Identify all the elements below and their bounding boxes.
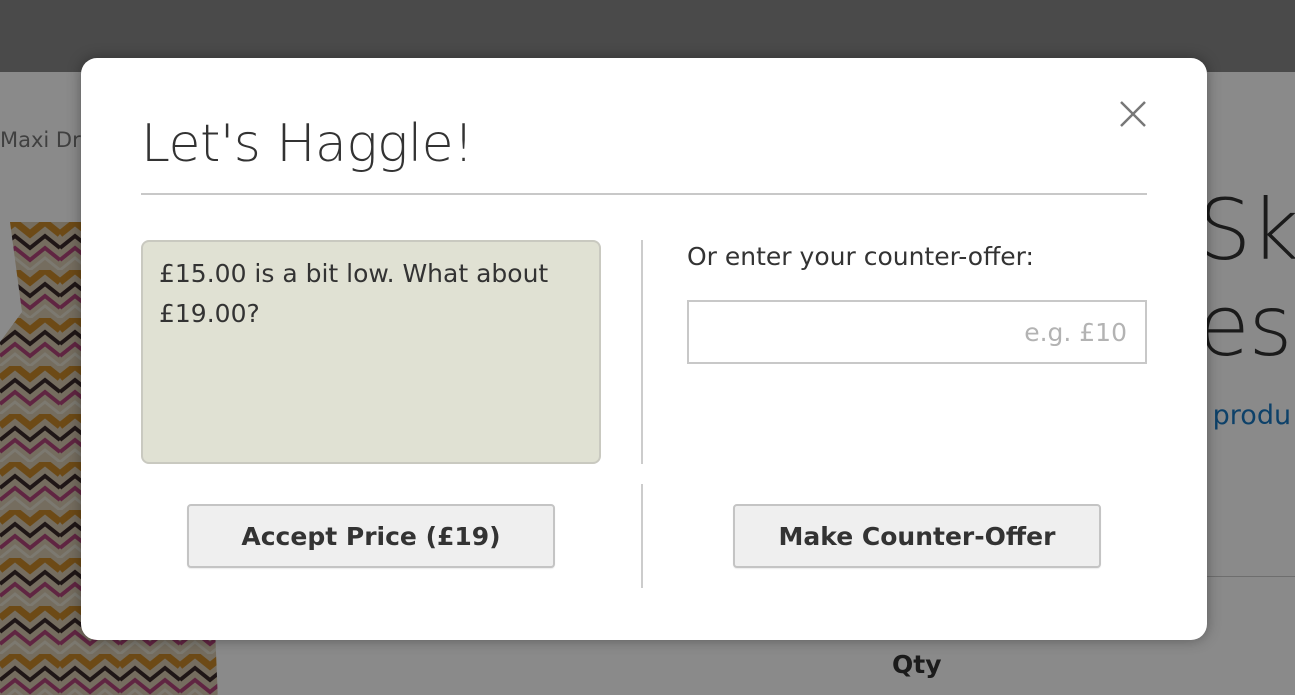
haggle-message: £15.00 is a bit low. What about £19.00? (141, 240, 601, 464)
close-icon (1120, 101, 1146, 127)
counter-offer-label: Or enter your counter-offer: (687, 242, 1034, 271)
close-button[interactable] (1117, 98, 1149, 130)
column-divider (641, 240, 643, 464)
accept-price-button[interactable]: Accept Price (£19) (187, 504, 555, 568)
make-counter-offer-button[interactable]: Make Counter-Offer (733, 504, 1101, 568)
haggle-modal: Let's Haggle! £15.00 is a bit low. What … (81, 58, 1207, 640)
modal-title: Let's Haggle! (141, 114, 474, 174)
counter-offer-input[interactable] (687, 300, 1147, 364)
title-divider (141, 193, 1147, 195)
button-divider (641, 484, 643, 588)
